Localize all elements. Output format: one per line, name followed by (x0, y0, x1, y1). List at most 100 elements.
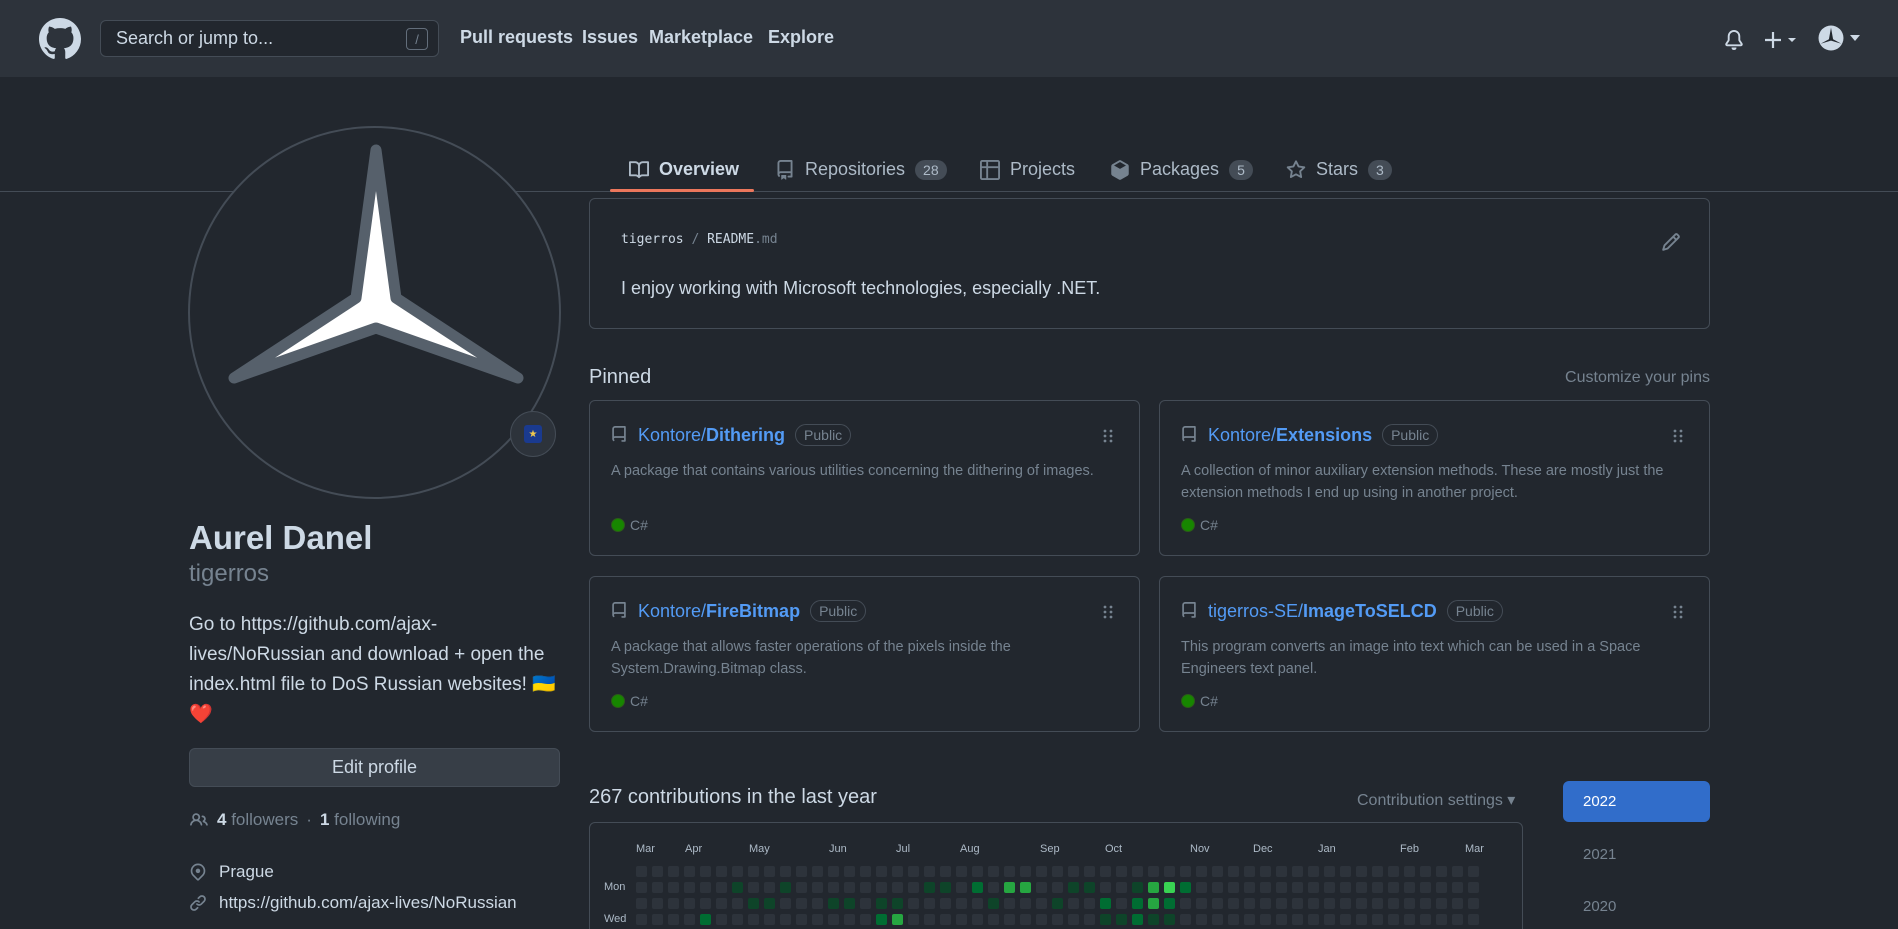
contribution-day-cell[interactable] (716, 898, 727, 909)
contribution-day-cell[interactable] (1052, 882, 1063, 893)
contribution-day-cell[interactable] (764, 882, 775, 893)
contribution-day-cell[interactable] (1324, 898, 1335, 909)
contribution-day-cell[interactable] (908, 882, 919, 893)
contribution-day-cell[interactable] (972, 866, 983, 877)
nav-marketplace[interactable]: Marketplace (649, 27, 753, 48)
contribution-day-cell[interactable] (1292, 914, 1303, 925)
contribution-day-cell[interactable] (876, 898, 887, 909)
contribution-day-cell[interactable] (1276, 866, 1287, 877)
contribution-day-cell[interactable] (892, 898, 903, 909)
contribution-day-cell[interactable] (1212, 882, 1223, 893)
contribution-day-cell[interactable] (1100, 898, 1111, 909)
contribution-day-cell[interactable] (748, 898, 759, 909)
contribution-day-cell[interactable] (1196, 898, 1207, 909)
contribution-day-cell[interactable] (1228, 898, 1239, 909)
contribution-day-cell[interactable] (1292, 866, 1303, 877)
contribution-day-cell[interactable] (796, 866, 807, 877)
year-2020-button[interactable]: 2020 (1563, 886, 1710, 927)
contribution-day-cell[interactable] (1148, 898, 1159, 909)
pencil-edit-icon[interactable] (1661, 232, 1681, 252)
contribution-day-cell[interactable] (1020, 898, 1031, 909)
contribution-day-cell[interactable] (1372, 866, 1383, 877)
contribution-day-cell[interactable] (876, 914, 887, 925)
year-2021-button[interactable]: 2021 (1563, 834, 1710, 875)
contribution-day-cell[interactable] (1036, 898, 1047, 909)
drag-handle-icon[interactable] (1673, 605, 1683, 619)
contribution-day-cell[interactable] (1340, 866, 1351, 877)
contribution-day-cell[interactable] (1052, 914, 1063, 925)
contribution-day-cell[interactable] (1436, 898, 1447, 909)
contribution-day-cell[interactable] (668, 866, 679, 877)
contribution-day-cell[interactable] (732, 914, 743, 925)
contribution-day-cell[interactable] (1084, 866, 1095, 877)
contribution-day-cell[interactable] (1372, 898, 1383, 909)
contribution-day-cell[interactable] (1052, 866, 1063, 877)
contribution-day-cell[interactable] (1292, 882, 1303, 893)
contribution-day-cell[interactable] (940, 866, 951, 877)
contribution-day-cell[interactable] (828, 914, 839, 925)
tab-projects[interactable]: Projects (980, 148, 1075, 191)
contribution-day-cell[interactable] (716, 882, 727, 893)
contribution-day-cell[interactable] (700, 898, 711, 909)
contribution-day-cell[interactable] (1388, 866, 1399, 877)
contribution-day-cell[interactable] (1404, 914, 1415, 925)
readme-file-link[interactable]: README.md (707, 232, 777, 247)
nav-explore[interactable]: Explore (768, 27, 834, 48)
contribution-day-cell[interactable] (1100, 866, 1111, 877)
bell-icon[interactable] (1724, 29, 1744, 51)
contribution-day-cell[interactable] (956, 882, 967, 893)
contribution-day-cell[interactable] (812, 866, 823, 877)
nav-issues[interactable]: Issues (582, 27, 638, 48)
contribution-day-cell[interactable] (1404, 882, 1415, 893)
contribution-day-cell[interactable] (1020, 866, 1031, 877)
search-input[interactable]: Search or jump to... / (100, 20, 439, 57)
contribution-day-cell[interactable] (748, 882, 759, 893)
contribution-day-cell[interactable] (1196, 882, 1207, 893)
contribution-day-cell[interactable] (780, 866, 791, 877)
contribution-day-cell[interactable] (844, 882, 855, 893)
contribution-day-cell[interactable] (844, 914, 855, 925)
contribution-day-cell[interactable] (700, 866, 711, 877)
contribution-day-cell[interactable] (1068, 866, 1079, 877)
contribution-day-cell[interactable] (1100, 914, 1111, 925)
contribution-day-cell[interactable] (652, 898, 663, 909)
contribution-day-cell[interactable] (812, 914, 823, 925)
contribution-day-cell[interactable] (924, 882, 935, 893)
contribution-day-cell[interactable] (1340, 882, 1351, 893)
contribution-day-cell[interactable] (1132, 914, 1143, 925)
pinned-repo-link[interactable]: Kontore/Dithering (638, 425, 785, 446)
contribution-day-cell[interactable] (1420, 898, 1431, 909)
contribution-day-cell[interactable] (876, 882, 887, 893)
contribution-day-cell[interactable] (1436, 914, 1447, 925)
contribution-day-cell[interactable] (1180, 914, 1191, 925)
contribution-day-cell[interactable] (716, 866, 727, 877)
contribution-day-cell[interactable] (1100, 882, 1111, 893)
contribution-day-cell[interactable] (1116, 882, 1127, 893)
profile-avatar[interactable] (188, 126, 561, 499)
contribution-day-cell[interactable] (956, 866, 967, 877)
contribution-day-cell[interactable] (636, 866, 647, 877)
contribution-day-cell[interactable] (748, 866, 759, 877)
contribution-day-cell[interactable] (684, 866, 695, 877)
contribution-day-cell[interactable] (1196, 866, 1207, 877)
contribution-day-cell[interactable] (796, 882, 807, 893)
following-link[interactable]: 1 following (320, 810, 400, 830)
contribution-day-cell[interactable] (668, 898, 679, 909)
contribution-day-cell[interactable] (892, 914, 903, 925)
contribution-day-cell[interactable] (1004, 914, 1015, 925)
contribution-day-cell[interactable] (732, 866, 743, 877)
contribution-day-cell[interactable] (1260, 882, 1271, 893)
contribution-day-cell[interactable] (988, 866, 999, 877)
tab-packages[interactable]: Packages 5 (1110, 148, 1253, 191)
readme-owner-link[interactable]: tigerros (621, 232, 684, 247)
contribution-day-cell[interactable] (860, 914, 871, 925)
customize-pins-link[interactable]: Customize your pins (1565, 369, 1710, 387)
contribution-day-cell[interactable] (1356, 882, 1367, 893)
contribution-day-cell[interactable] (1260, 866, 1271, 877)
contribution-day-cell[interactable] (732, 882, 743, 893)
pinned-repo-link[interactable]: Kontore/Extensions (1208, 425, 1372, 446)
contribution-day-cell[interactable] (940, 898, 951, 909)
contribution-day-cell[interactable] (1116, 914, 1127, 925)
create-new-plus-icon[interactable] (1764, 30, 1798, 50)
contribution-day-cell[interactable] (972, 882, 983, 893)
